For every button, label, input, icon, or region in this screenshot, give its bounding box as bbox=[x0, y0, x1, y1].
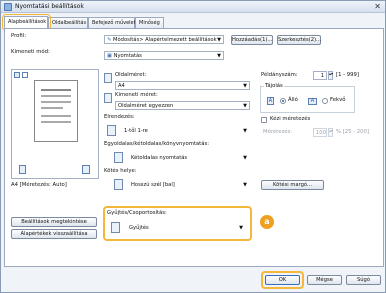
binding-icon bbox=[114, 179, 123, 190]
portrait-radio[interactable] bbox=[280, 98, 286, 104]
scaling-label: Méretezés: bbox=[263, 129, 293, 135]
page-size-label: Oldalméret: bbox=[115, 72, 147, 78]
chevron-down-icon: ▼ bbox=[239, 225, 243, 231]
duplex-value: Kétoldalas nyomtatás bbox=[131, 155, 188, 161]
page-size-value: A4 bbox=[118, 83, 125, 89]
scaling-spinner[interactable]: ▴▾ bbox=[328, 128, 333, 137]
landscape-radio[interactable] bbox=[322, 98, 328, 104]
view-settings-button[interactable]: Beállítások megtekintése bbox=[11, 217, 97, 227]
print-settings-window: Nyomtatási beállítások ✕ Alapbeállítások… bbox=[0, 0, 386, 293]
scaling-range: % [25 - 200] bbox=[336, 129, 369, 135]
profile-value: Módosítás> Alapértelmezett beállítások bbox=[113, 37, 217, 43]
edit-profile-button[interactable]: Szerkesztés(2)... bbox=[277, 35, 321, 45]
profile-select[interactable]: ✎ Módosítás> Alapértelmezett beállítások… bbox=[104, 35, 224, 44]
ok-button[interactable]: OK bbox=[265, 275, 300, 285]
manual-scaling-label: Kézi méretezés bbox=[270, 116, 311, 122]
restore-defaults-button[interactable]: Alapértékek visszaállítása bbox=[11, 229, 97, 239]
binding-value: Hosszú szél [bal] bbox=[131, 182, 175, 188]
preview-caption: A4 [Méretezés: Auto] bbox=[11, 182, 67, 188]
printer-view-icon[interactable] bbox=[22, 72, 28, 78]
tab-page-setup[interactable]: Oldalbeállítás bbox=[48, 17, 88, 28]
window-title: Nyomtatási beállítások bbox=[15, 3, 84, 10]
binding-label: Kötés helye: bbox=[104, 168, 137, 174]
output-size-icon bbox=[104, 93, 112, 103]
profile-label: Profil: bbox=[11, 33, 26, 39]
page-size-icon bbox=[104, 73, 112, 83]
title-bar: Nyomtatási beállítások ✕ bbox=[1, 1, 385, 13]
chevron-down-icon: ▼ bbox=[243, 83, 247, 89]
help-button[interactable]: Súgó bbox=[346, 275, 381, 285]
page-view-icon[interactable] bbox=[14, 72, 20, 78]
binding-select[interactable]: Hosszú szél [bal] ▼ bbox=[128, 180, 250, 189]
chevron-down-icon: ▼ bbox=[243, 128, 247, 134]
finishing-value: Gyűjtés bbox=[129, 225, 149, 231]
layout-select[interactable]: 1-től 1-re ▼ bbox=[121, 126, 250, 135]
output-size-label: Kimeneti méret: bbox=[115, 92, 158, 98]
output-method-label: Kimeneti mód: bbox=[11, 49, 50, 55]
finishing-label: Gyűjtés/Csoportosítás: bbox=[107, 210, 167, 216]
duplex-label: Egyoldalas/kétoldalas/könyvnyomtatás: bbox=[104, 141, 210, 147]
output-size-select[interactable]: Oldalméret egyezzen ▼ bbox=[115, 101, 250, 110]
preview-area bbox=[11, 69, 99, 179]
landscape-icon: A bbox=[308, 98, 317, 105]
output-method-value: Nyomtatás bbox=[113, 53, 142, 59]
portrait-icon: A bbox=[267, 97, 274, 105]
add-profile-button[interactable]: Hozzáadás(1)... bbox=[231, 35, 273, 45]
duplex-select[interactable]: Kétoldalas nyomtatás ▼ bbox=[128, 153, 250, 162]
finishing-select[interactable]: Gyűjtés ▼ bbox=[126, 223, 246, 232]
callout-badge: a bbox=[260, 215, 274, 229]
collate-mode-icon bbox=[111, 222, 120, 233]
copies-input[interactable]: 1 bbox=[313, 71, 327, 80]
copies-label: Példányszám: bbox=[261, 72, 298, 78]
cancel-button[interactable]: Mégse bbox=[307, 275, 342, 285]
page-size-select[interactable]: A4 ▼ bbox=[115, 81, 250, 90]
duplex-mode-icon bbox=[114, 152, 123, 163]
chevron-down-icon: ▼ bbox=[243, 155, 247, 161]
binding-margin-button[interactable]: Kötési margó... bbox=[261, 180, 324, 190]
chevron-down-icon: ▼ bbox=[217, 37, 221, 43]
copies-range: [1 - 999] bbox=[336, 72, 359, 78]
scaling-input[interactable]: 100 bbox=[313, 128, 327, 137]
layout-value: 1-től 1-re bbox=[124, 128, 148, 134]
portrait-label: Álló bbox=[288, 97, 298, 103]
tab-finishing[interactable]: Befejező művelet bbox=[88, 17, 136, 28]
chevron-down-icon: ▼ bbox=[243, 182, 247, 188]
landscape-label: Fekvő bbox=[330, 97, 346, 103]
duplex-icon bbox=[82, 165, 90, 174]
output-size-value: Oldalméret egyezzen bbox=[118, 103, 174, 109]
manual-scaling-checkbox[interactable] bbox=[261, 117, 267, 123]
layout-label: Elrendezés: bbox=[104, 114, 135, 120]
orientation-label: Tájolás bbox=[264, 83, 284, 89]
chevron-down-icon: ▼ bbox=[217, 53, 221, 59]
tab-quality[interactable]: Minőség bbox=[135, 17, 164, 28]
printer-icon bbox=[4, 3, 12, 11]
copies-spinner[interactable]: ▴▾ bbox=[328, 71, 333, 80]
chevron-down-icon: ▼ bbox=[243, 103, 247, 109]
layout-icon bbox=[107, 125, 116, 136]
page-preview bbox=[34, 80, 78, 142]
close-icon[interactable]: ✕ bbox=[374, 2, 381, 11]
output-method-select[interactable]: ▣ Nyomtatás ▼ bbox=[104, 51, 224, 60]
collate-icon bbox=[19, 165, 26, 174]
